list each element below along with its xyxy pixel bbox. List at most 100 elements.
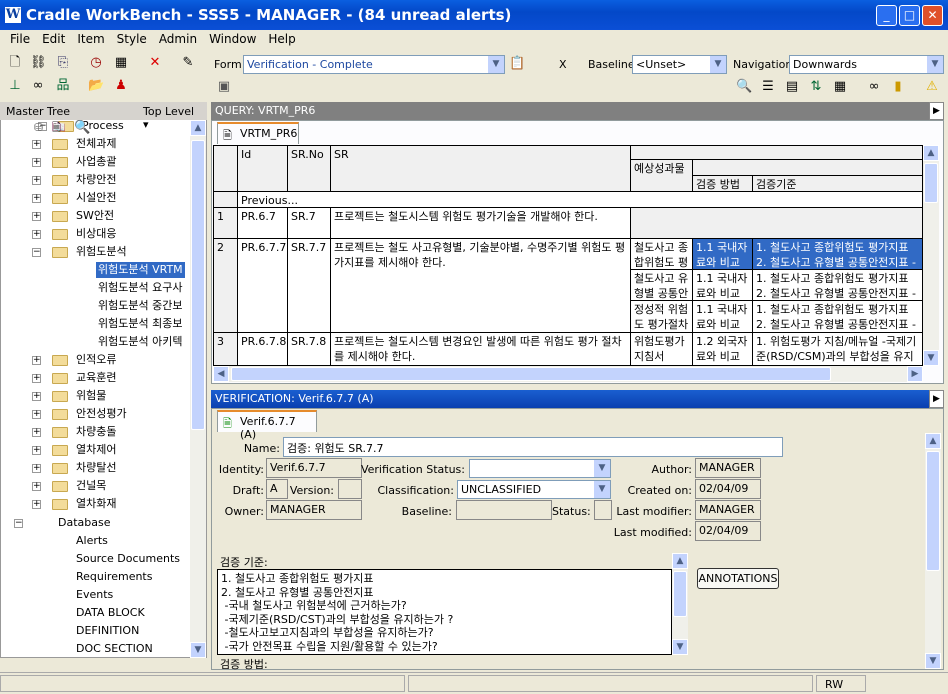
navigation-select[interactable]: Downwards ▼ (789, 55, 944, 74)
scroll-right-icon[interactable]: ▶ (907, 366, 923, 382)
tree-item[interactable]: 위험도분석 아키텍 (96, 334, 184, 350)
expand-icon[interactable]: + (32, 356, 41, 365)
warning-icon[interactable]: ⚠ (924, 79, 940, 95)
tree-item[interactable]: 위험도분석 (74, 244, 129, 260)
chain-link-icon[interactable]: ∞ (866, 79, 882, 95)
tree-item[interactable]: 시설안전 (74, 190, 118, 206)
tree-icon[interactable]: 品 (55, 78, 71, 94)
link-item-icon[interactable]: ⛓ (30, 55, 47, 71)
previous-rows-link[interactable]: Previous... (238, 192, 923, 208)
tree-item[interactable]: DATA BLOCK (74, 605, 147, 621)
verification-expand-button[interactable]: ▶ (929, 390, 944, 408)
tree-item[interactable]: 차량충돌 (74, 424, 118, 440)
tree-item[interactable]: 차량안전 (74, 172, 118, 188)
expand-icon[interactable]: + (32, 176, 41, 185)
scroll-thumb[interactable] (191, 140, 205, 430)
hierarchy-icon[interactable]: ⊥ (7, 78, 23, 94)
scroll-up-icon[interactable]: ▲ (923, 145, 939, 161)
expand-icon[interactable]: + (32, 230, 41, 239)
clock-icon[interactable]: ◷ (88, 55, 104, 71)
expand-icon[interactable]: + (32, 500, 41, 509)
tree-item[interactable]: 위험도분석 최종보 (96, 316, 184, 332)
scroll-down-icon[interactable]: ▼ (190, 642, 206, 658)
connect-icon[interactable]: ∞ (30, 78, 46, 94)
scroll-thumb[interactable] (231, 367, 831, 381)
new-item-icon[interactable]: 🗋 (7, 55, 23, 71)
menu-file[interactable]: File (10, 32, 30, 46)
tree-item[interactable]: 교육훈련 (74, 370, 118, 386)
users-icon[interactable]: ♟ (113, 78, 129, 94)
expand-icon[interactable]: + (32, 212, 41, 221)
tree-item[interactable]: DEFINITION (74, 623, 141, 639)
tree-item[interactable]: 인적오류 (74, 352, 118, 368)
stamp-icon[interactable]: ✎ (180, 55, 196, 71)
tree-item[interactable]: Requirements (74, 569, 154, 585)
minimize-button[interactable]: _ (876, 5, 897, 26)
scroll-thumb[interactable] (926, 451, 940, 571)
baseline-select[interactable]: <Unset> ▼ (632, 55, 727, 74)
tree-item[interactable]: 위험도분석 요구사 (96, 280, 184, 296)
menu-edit[interactable]: Edit (42, 32, 65, 46)
expand-icon[interactable]: + (32, 158, 41, 167)
find-icon[interactable]: 🔍 (736, 79, 752, 95)
expand-icon[interactable]: + (32, 410, 41, 419)
verification-status-select[interactable]: ▼ (469, 459, 611, 478)
menu-help[interactable]: Help (268, 32, 295, 46)
copy-icon[interactable]: ⎘ (55, 55, 71, 71)
tree-item[interactable]: 비상대응 (74, 226, 118, 242)
scroll-up-icon[interactable]: ▲ (672, 553, 688, 569)
criteria-textarea[interactable]: 1. 철도사고 종합위험도 평가지표 2. 철도사고 유형별 공통안전지표 -국내… (217, 569, 672, 655)
expand-icon[interactable]: + (32, 194, 41, 203)
scroll-down-icon[interactable]: ▼ (672, 639, 688, 655)
expand-icon[interactable]: + (32, 140, 41, 149)
tree-scrollbar[interactable]: ▲ ▼ (190, 120, 206, 658)
expand-icon[interactable]: + (32, 446, 41, 455)
open-folder-icon[interactable]: 📂 (88, 78, 104, 94)
scroll-up-icon[interactable]: ▲ (190, 120, 206, 136)
tree-item[interactable]: Source Documents (74, 551, 182, 567)
note-icon[interactable]: ▮ (890, 79, 906, 95)
tree-item[interactable]: Events (74, 587, 115, 603)
tree-item[interactable]: 사업총괄 (74, 154, 118, 170)
delete-icon[interactable]: ✕ (147, 55, 163, 71)
form-scrollbar[interactable]: ▲ ▼ (925, 433, 941, 669)
expand-icon[interactable]: + (32, 392, 41, 401)
tree-item[interactable]: 건널목 (74, 478, 108, 494)
query-expand-button[interactable]: ▶ (929, 102, 944, 120)
expand-icon[interactable]: + (32, 428, 41, 437)
tree-item[interactable]: Alerts (74, 533, 110, 549)
menu-style[interactable]: Style (117, 32, 147, 46)
tree-item[interactable]: Database (56, 515, 113, 531)
document-view-icon[interactable]: ▤ (784, 79, 800, 95)
tree-item[interactable]: 위험도분석 중간보 (96, 298, 184, 314)
tab-vrtm-pr6[interactable]: 🗎 VRTM_PR6 (217, 122, 299, 144)
name-field[interactable]: 검증: 위험도 SR.7.7 (283, 437, 783, 457)
collapse-icon[interactable]: − (32, 248, 41, 257)
maximize-button[interactable]: □ (899, 5, 920, 26)
expand-icon[interactable]: + (32, 482, 41, 491)
scroll-thumb[interactable] (924, 163, 938, 203)
menu-item[interactable]: Item (77, 32, 104, 46)
collapse-icon[interactable]: − (14, 519, 23, 528)
list-view-icon[interactable]: ☰ (760, 79, 776, 95)
form-select[interactable]: Verification - Complete ▼ (243, 55, 505, 74)
form-clear-button[interactable]: X (559, 58, 567, 71)
tree-level-select[interactable]: Top Level ▾ (140, 103, 206, 131)
annotations-button[interactable]: ANNOTATIONS (697, 568, 779, 589)
tree-item[interactable]: SW안전 (74, 208, 116, 224)
save-icon[interactable]: ▣ (216, 79, 232, 95)
table-view-icon[interactable]: ▦ (832, 79, 848, 95)
tree-item[interactable]: DOC SECTION (74, 641, 155, 657)
scroll-left-icon[interactable]: ◀ (213, 366, 229, 382)
tree-item[interactable]: 열차제어 (74, 442, 118, 458)
tree-item[interactable]: 위험도분석 VRTM (96, 262, 185, 278)
scroll-up-icon[interactable]: ▲ (925, 433, 941, 449)
tab-verif-677[interactable]: 🗎 Verif.6.7.7 (A) (217, 410, 317, 441)
tree-item[interactable]: 위험물 (74, 388, 108, 404)
criteria-scrollbar[interactable]: ▲ ▼ (672, 553, 688, 655)
expand-icon[interactable]: + (32, 464, 41, 473)
edit-grid-icon[interactable]: ▦ (113, 55, 129, 71)
tree-item[interactable]: 차량탈선 (74, 460, 118, 476)
menu-window[interactable]: Window (209, 32, 256, 46)
scroll-thumb[interactable] (673, 571, 687, 617)
